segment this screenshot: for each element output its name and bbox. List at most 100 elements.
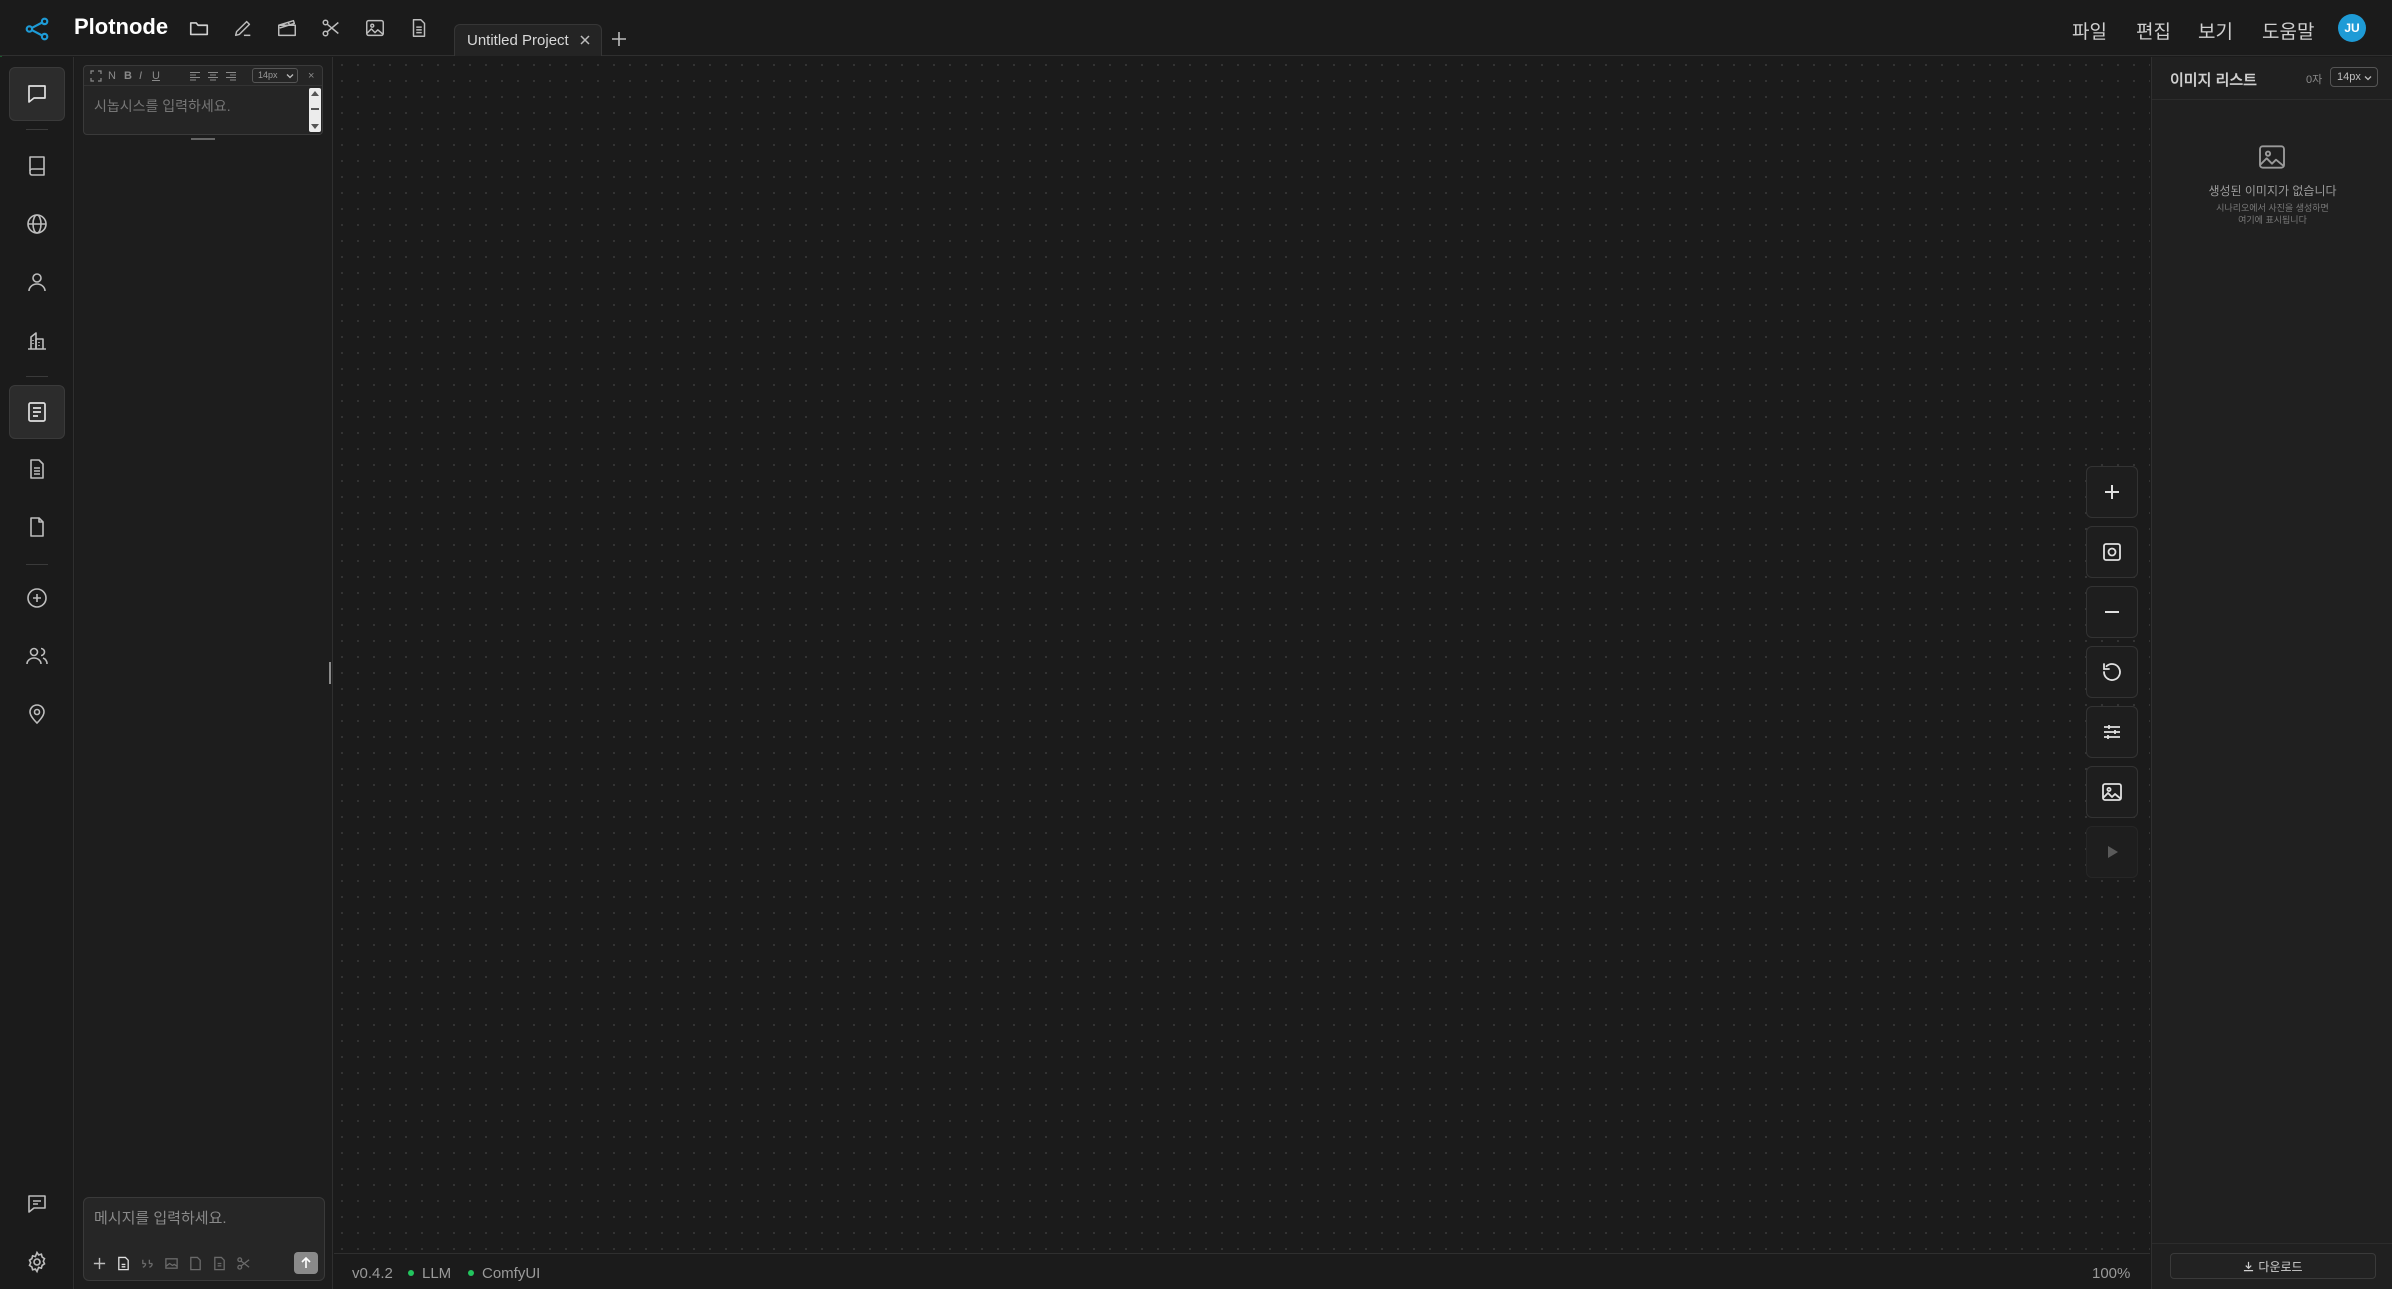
clapperboard-icon (278, 19, 296, 37)
rail-location[interactable] (17, 694, 57, 734)
image-button[interactable] (362, 15, 388, 41)
align-left-icon[interactable] (190, 71, 200, 81)
add-tab-icon[interactable] (608, 28, 630, 50)
buildings-icon (28, 332, 46, 350)
download-button[interactable]: 다운로드 (2170, 1253, 2376, 1279)
editor-resize-handle[interactable] (191, 138, 215, 140)
underline-button[interactable]: U (152, 69, 160, 83)
scene-button[interactable] (274, 15, 300, 41)
editor-scrollbar[interactable] (309, 88, 321, 132)
version-label: v0.4.2 (352, 1265, 393, 1282)
expand-icon[interactable] (90, 70, 102, 82)
page-icon (30, 517, 44, 537)
fit-view-button[interactable] (2086, 526, 2138, 578)
play-button[interactable] (2086, 826, 2138, 878)
image-list-panel: 이미지 리스트 0자 14px 생성된 이미지가 없습니다 시나리오에서 사진을… (2151, 57, 2392, 1289)
plotnode-logo-icon (25, 17, 49, 41)
image-icon[interactable] (164, 1256, 179, 1271)
synopsis-editor: N B I U 14px × 시놉시스를 입력하세요. (83, 65, 323, 135)
synopsis-panel: N B I U 14px × 시놉시스를 입력하세요. 메시지를 입력하세요. (75, 57, 333, 1289)
tab-label: Untitled Project (467, 32, 569, 49)
menu-edit[interactable]: 편집 (2136, 17, 2171, 44)
status-dot (468, 1270, 474, 1277)
layout-button[interactable] (2086, 706, 2138, 758)
scissors-icon[interactable] (236, 1256, 251, 1271)
synopsis-icon (28, 402, 46, 422)
synopsis-input[interactable]: 시놉시스를 입력하세요. (94, 96, 231, 116)
rail-world[interactable] (17, 204, 57, 244)
avatar[interactable]: JU (2338, 14, 2366, 42)
scroll-up-icon[interactable] (311, 90, 319, 96)
font-size-select[interactable]: 14px (2330, 67, 2378, 87)
normal-text-button[interactable]: N (108, 69, 116, 83)
send-button[interactable] (294, 1252, 318, 1274)
download-label: 다운로드 (2258, 1259, 2303, 1274)
chat-input[interactable]: 메시지를 입력하세요. (94, 1207, 227, 1228)
reset-view-button[interactable] (2086, 646, 2138, 698)
rail-feedback[interactable] (17, 1184, 57, 1224)
quote-icon[interactable] (140, 1256, 155, 1271)
fit-view-icon (2103, 543, 2121, 561)
rail-divider (26, 376, 48, 377)
rail-divider (26, 129, 48, 130)
status-bar: v0.4.2 LLM ComfyUI 100% (334, 1253, 2150, 1289)
align-right-icon[interactable] (226, 71, 236, 81)
image-panel-button[interactable] (2086, 766, 2138, 818)
image-icon (366, 19, 384, 37)
chat-box: 메시지를 입력하세요. (83, 1197, 325, 1281)
plus-icon (2105, 485, 2119, 499)
chevron-down-icon (286, 74, 294, 79)
rail-organization[interactable] (17, 320, 57, 360)
rail-book[interactable] (17, 146, 57, 186)
file-icon[interactable] (188, 1256, 203, 1271)
scroll-thumb[interactable] (311, 108, 319, 110)
rail-add[interactable] (17, 578, 57, 618)
scroll-down-icon[interactable] (311, 124, 319, 130)
bold-button[interactable]: B (124, 69, 132, 83)
empty-state-title: 생성된 이미지가 없습니다 (2208, 184, 2337, 198)
comment-icon (28, 1195, 46, 1213)
attach-document-icon[interactable] (116, 1256, 131, 1271)
app-name: Plotnode (74, 14, 169, 39)
file-text-icon[interactable] (212, 1256, 227, 1271)
rail-settings[interactable] (17, 1242, 57, 1282)
location-pin-icon (29, 704, 45, 725)
add-circle-icon (27, 588, 47, 608)
rail-script[interactable] (17, 449, 57, 489)
scissors-icon (322, 19, 339, 37)
node-canvas[interactable] (334, 57, 2150, 1253)
folder-icon (189, 22, 209, 36)
zoom-in-button[interactable] (2086, 466, 2138, 518)
italic-button[interactable]: I (139, 69, 142, 83)
tab-untitled-project[interactable]: Untitled Project (454, 24, 602, 56)
left-resize-handle[interactable] (329, 662, 331, 684)
comfyui-status: ComfyUI (468, 1265, 540, 1282)
llm-status: LLM (408, 1265, 451, 1282)
rail-page[interactable] (17, 507, 57, 547)
rail-character[interactable] (17, 262, 57, 302)
zoom-out-button[interactable] (2086, 586, 2138, 638)
panel-divider (2152, 1243, 2392, 1244)
menu-view[interactable]: 보기 (2198, 17, 2233, 44)
book-icon (29, 156, 45, 176)
status-dot (408, 1270, 414, 1277)
font-size-select[interactable]: 14px (252, 68, 298, 83)
menu-file[interactable]: 파일 (2072, 17, 2107, 44)
write-button[interactable] (230, 15, 256, 41)
llm-label: LLM (422, 1265, 452, 1282)
rail-people[interactable] (17, 636, 57, 676)
menu-help[interactable]: 도움말 (2262, 17, 2314, 44)
cut-button[interactable] (318, 15, 344, 41)
chat-attachments (92, 1254, 251, 1272)
folder-button[interactable] (186, 15, 212, 41)
close-icon[interactable] (577, 32, 593, 48)
rail-chat[interactable] (9, 67, 65, 121)
top-bar: Plotnode Untitled Project 파일 편집 보기 도움말 J… (0, 0, 2392, 56)
rail-synopsis[interactable] (9, 385, 65, 439)
clear-format-button[interactable]: × (308, 69, 314, 83)
document-button[interactable] (406, 15, 432, 41)
arrow-up-icon (301, 1256, 311, 1268)
align-center-icon[interactable] (208, 71, 218, 81)
empty-image-icon (2259, 145, 2285, 169)
plus-icon[interactable] (92, 1256, 107, 1271)
